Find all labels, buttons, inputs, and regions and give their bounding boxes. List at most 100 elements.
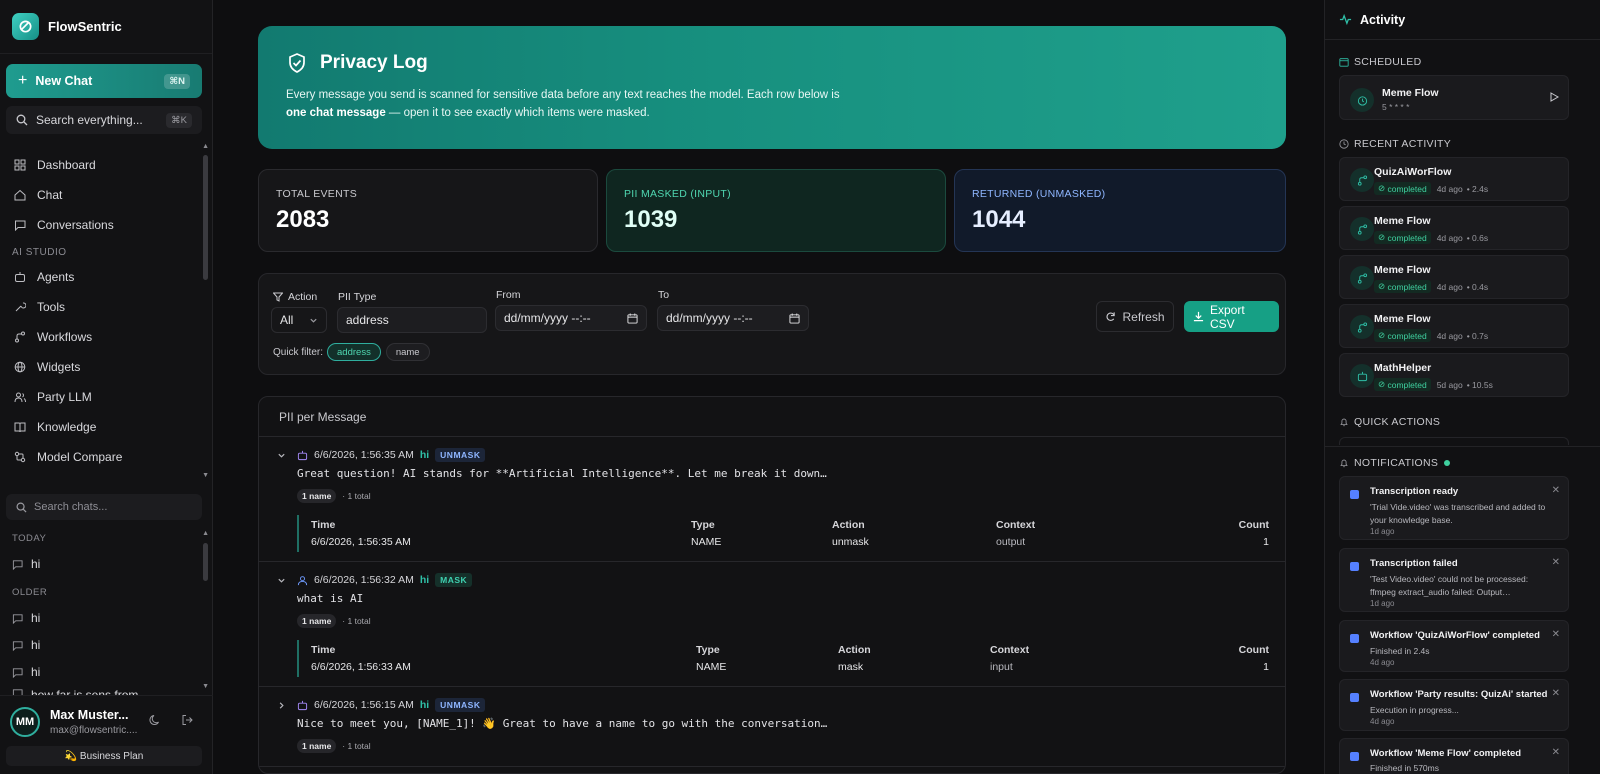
sidebar-item-dashboard[interactable]: Dashboard (0, 150, 208, 180)
notification-item[interactable]: Transcription failed 'Test Video.video' … (1339, 548, 1569, 612)
export-csv-button[interactable]: Export CSV (1184, 301, 1279, 332)
scheduled-section-title: SCHEDULED (1339, 56, 1421, 68)
nav-scrollbar[interactable] (203, 155, 208, 280)
play-icon[interactable] (1550, 92, 1559, 102)
chat-history-item[interactable]: hi (12, 665, 40, 679)
search-everything-input[interactable]: Search everything... ⌘K (6, 106, 202, 134)
sidebar-item-chat[interactable]: Chat (0, 180, 208, 210)
chevron-right-icon[interactable] (277, 701, 289, 710)
sidebar-item-party-llm[interactable]: Party LLM (0, 382, 208, 412)
sidebar-item-workflows[interactable]: Workflows (0, 322, 208, 352)
close-icon[interactable]: ✕ (1552, 688, 1560, 699)
to-date-input[interactable]: dd/mm/yyyy --:-- (657, 305, 809, 331)
col-action: Action (832, 519, 865, 531)
message-chat-name[interactable]: hi (420, 449, 429, 461)
chats-scrollbar[interactable] (203, 543, 208, 581)
new-chat-button[interactable]: + New Chat ⌘N (6, 64, 202, 98)
message-row[interactable]: 6/6/2026, 1:56:15 AM hi UNMASK Nice to m… (259, 687, 1285, 767)
pii-type-input[interactable]: address (337, 307, 487, 333)
refresh-button[interactable]: Refresh (1096, 301, 1174, 332)
sidebar-item-label: Conversations (37, 218, 114, 232)
chats-scroll-down-icon[interactable]: ▼ (202, 683, 209, 690)
page-description-bold: one chat message (286, 107, 386, 119)
action-select[interactable]: All (271, 307, 327, 333)
notification-item[interactable]: Workflow 'Party results: QuizAi' started… (1339, 679, 1569, 731)
scroll-up-icon[interactable]: ▲ (202, 143, 209, 150)
chat-history-item[interactable]: hi (12, 611, 40, 625)
stat-value: 1039 (624, 206, 678, 233)
page-description: Every message you send is scanned for se… (286, 86, 866, 122)
logout-icon[interactable] (181, 714, 193, 726)
message-row[interactable]: 6/6/2026, 1:56:35 AM hi UNMASK Great que… (259, 437, 1285, 562)
notification-item[interactable]: Transcription ready 'Trial Vide.video' w… (1339, 476, 1569, 540)
activity-panel: Activity SCHEDULED Meme Flow 5 * * * * R… (1324, 0, 1600, 774)
message-header[interactable]: 6/6/2026, 1:56:32 AM hi MASK (277, 573, 473, 587)
bot-icon (12, 269, 28, 285)
sidebar-item-tools[interactable]: Tools (0, 292, 208, 322)
sidebar-item-model-compare[interactable]: Model Compare (0, 442, 208, 472)
sidebar-item-label: Knowledge (37, 420, 97, 434)
notification-time: 4d ago (1370, 717, 1395, 726)
moon-icon[interactable] (149, 714, 161, 726)
calendar-icon[interactable] (789, 312, 800, 324)
message-meta: 1 name · 1 total (297, 489, 371, 503)
stat-value: 1044 (972, 206, 1026, 233)
from-date-input[interactable]: dd/mm/yyyy --:-- (495, 305, 647, 331)
sidebar-item-widgets[interactable]: Widgets (0, 352, 208, 382)
from-label: From (496, 289, 521, 301)
message-header[interactable]: 6/6/2026, 1:56:15 AM hi UNMASK (277, 698, 486, 712)
close-icon[interactable]: ✕ (1552, 629, 1560, 640)
brand-logo-icon (12, 13, 39, 40)
pii-total: · 1 total (342, 491, 371, 501)
sidebar-item-label: Agents (37, 270, 75, 284)
chat-bubble-icon (12, 667, 23, 678)
quick-filter-name[interactable]: name (385, 343, 430, 361)
scroll-down-icon[interactable]: ▼ (202, 472, 209, 479)
business-plan-badge[interactable]: 💫 Business Plan (6, 746, 202, 766)
message-row[interactable]: 6/6/2026, 1:56:32 AM hi MASK what is AI … (259, 562, 1285, 687)
recent-item-meta: ⊘ completed 4d ago • 0.7s (1374, 329, 1488, 342)
chats-scroll-up-icon[interactable]: ▲ (202, 530, 209, 537)
sidebar-item-label: Model Compare (37, 450, 123, 464)
recent-item-title: Meme Flow (1374, 313, 1431, 325)
close-icon[interactable]: ✕ (1552, 747, 1560, 758)
chevron-down-icon[interactable] (277, 451, 289, 460)
stat-value: 2083 (276, 206, 330, 233)
col-time: Time (311, 644, 336, 656)
calendar-icon[interactable] (627, 312, 638, 324)
sidebar-item-conversations[interactable]: Conversations (0, 210, 208, 240)
message-header[interactable]: 6/6/2026, 1:56:35 AM hi UNMASK (277, 448, 486, 462)
page-description-part-2: — open it to see exactly which items wer… (385, 107, 650, 119)
notification-item[interactable]: Workflow 'QuizAiWorFlow' completed Finis… (1339, 620, 1569, 672)
sidebar-item-agents[interactable]: Agents (0, 262, 208, 292)
col-type: Type (696, 644, 720, 656)
cell-count: 1 (1263, 661, 1269, 673)
chevron-down-icon[interactable] (277, 576, 289, 585)
sidebar: FlowSentric + New Chat ⌘N Search everyth… (0, 0, 213, 774)
recent-item-meta: ⊘ completed 4d ago • 0.6s (1374, 231, 1488, 244)
quick-filter-address[interactable]: address (327, 343, 381, 361)
recent-activity-item[interactable]: Meme Flow ⊘ completed 4d ago • 0.6s (1339, 206, 1569, 250)
message-chat-name[interactable]: hi (420, 574, 429, 586)
sidebar-item-knowledge[interactable]: Knowledge (0, 412, 208, 442)
scheduled-item[interactable]: Meme Flow 5 * * * * (1339, 75, 1569, 120)
quick-filter: Quick filter: address name (273, 343, 430, 361)
chat-history-item[interactable]: hi (12, 557, 40, 571)
notification-time: 1d ago (1370, 599, 1395, 608)
status-text: completed (1387, 379, 1427, 390)
search-chats-input[interactable]: Search chats... (6, 494, 202, 520)
chat-history-item[interactable]: hi (12, 638, 40, 652)
older-section-title: OLDER (12, 587, 48, 598)
notification-item[interactable]: Workflow 'Meme Flow' completed Finished … (1339, 738, 1569, 774)
recent-activity-item[interactable]: Meme Flow ⊘ completed 4d ago • 0.7s (1339, 304, 1569, 348)
close-icon[interactable]: ✕ (1552, 557, 1560, 568)
avatar[interactable]: MM (10, 707, 40, 737)
recent-activity-item[interactable]: QuizAiWorFlow ⊘ completed 4d ago • 2.4s (1339, 157, 1569, 201)
close-icon[interactable]: ✕ (1552, 485, 1560, 496)
cell-time: 6/6/2026, 1:56:35 AM (311, 536, 411, 548)
ai-studio-section-title: AI STUDIO (12, 247, 67, 258)
message-chat-name[interactable]: hi (420, 699, 429, 711)
recent-activity-item[interactable]: Meme Flow ⊘ completed 4d ago • 0.4s (1339, 255, 1569, 299)
quick-actions-section-title[interactable]: QUICK ACTIONS (1339, 416, 1440, 428)
recent-activity-item[interactable]: MathHelper ⊘ completed 5d ago • 10.5s (1339, 353, 1569, 397)
